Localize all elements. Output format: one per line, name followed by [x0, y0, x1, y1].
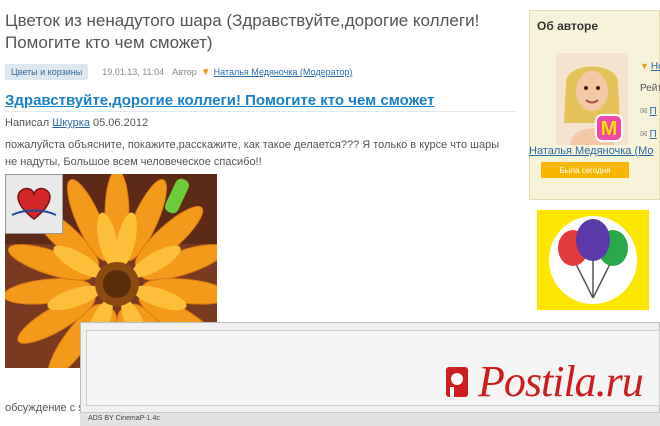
- byline-author-link[interactable]: Шкурка: [52, 117, 90, 129]
- article-title-link[interactable]: Здравствуйте,дорогие коллеги! Помогите к…: [5, 92, 435, 109]
- divider: [5, 111, 517, 112]
- author-link[interactable]: Наталья Медяночка (Модератор): [214, 67, 353, 77]
- sidebar-link-4[interactable]: П: [650, 129, 657, 140]
- article-body: пожалуйста объясните, покажите,расскажит…: [5, 139, 500, 168]
- discussion-label: обсуждение с s: [5, 402, 84, 414]
- postila-watermark: Postila.ru: [440, 357, 644, 406]
- post-date: 19.01.13, 11:04: [102, 67, 165, 77]
- balloons-banner[interactable]: [537, 210, 649, 310]
- category-tag[interactable]: Цветы и корзины: [5, 64, 89, 80]
- pin-icon: ▼: [640, 61, 649, 71]
- sidebar-link-3[interactable]: П: [650, 106, 657, 117]
- sidebar-link-1[interactable]: Не: [651, 61, 660, 72]
- byline-date: 05.06.2012: [93, 117, 149, 129]
- mail-icon: ✉: [640, 106, 648, 116]
- byline-prefix: Написал: [5, 117, 50, 129]
- author-links: ▼Не Рейт ✉П ✉П: [640, 55, 660, 146]
- watermark-text: Postila.ru: [478, 357, 644, 406]
- sidebar-title: Об авторе: [537, 19, 599, 33]
- mail-icon: ✉: [640, 129, 648, 139]
- rating-label: Рейт: [640, 83, 660, 94]
- svg-text:M: M: [601, 118, 618, 140]
- author-label: Автор: [172, 67, 197, 77]
- pin-icon: ▼: [200, 66, 211, 78]
- post-meta: Цветы и корзины 19.01.13, 11:04 Автор ▼ …: [5, 64, 352, 80]
- byline: Написал Шкурка 05.06.2012: [5, 117, 148, 129]
- postila-logo-icon: [446, 367, 468, 397]
- page-title: Цветок из ненадутого шара (Здравствуйте,…: [5, 11, 480, 52]
- heart-thumbnail[interactable]: [5, 174, 63, 234]
- author-avatar[interactable]: M: [556, 53, 628, 145]
- last-seen-badge: Была сегодня: [541, 162, 629, 178]
- ad-label[interactable]: ADS BY CinemaP-1.4c: [80, 412, 660, 426]
- author-name-link[interactable]: Наталья Медяночка (Мо: [529, 145, 660, 157]
